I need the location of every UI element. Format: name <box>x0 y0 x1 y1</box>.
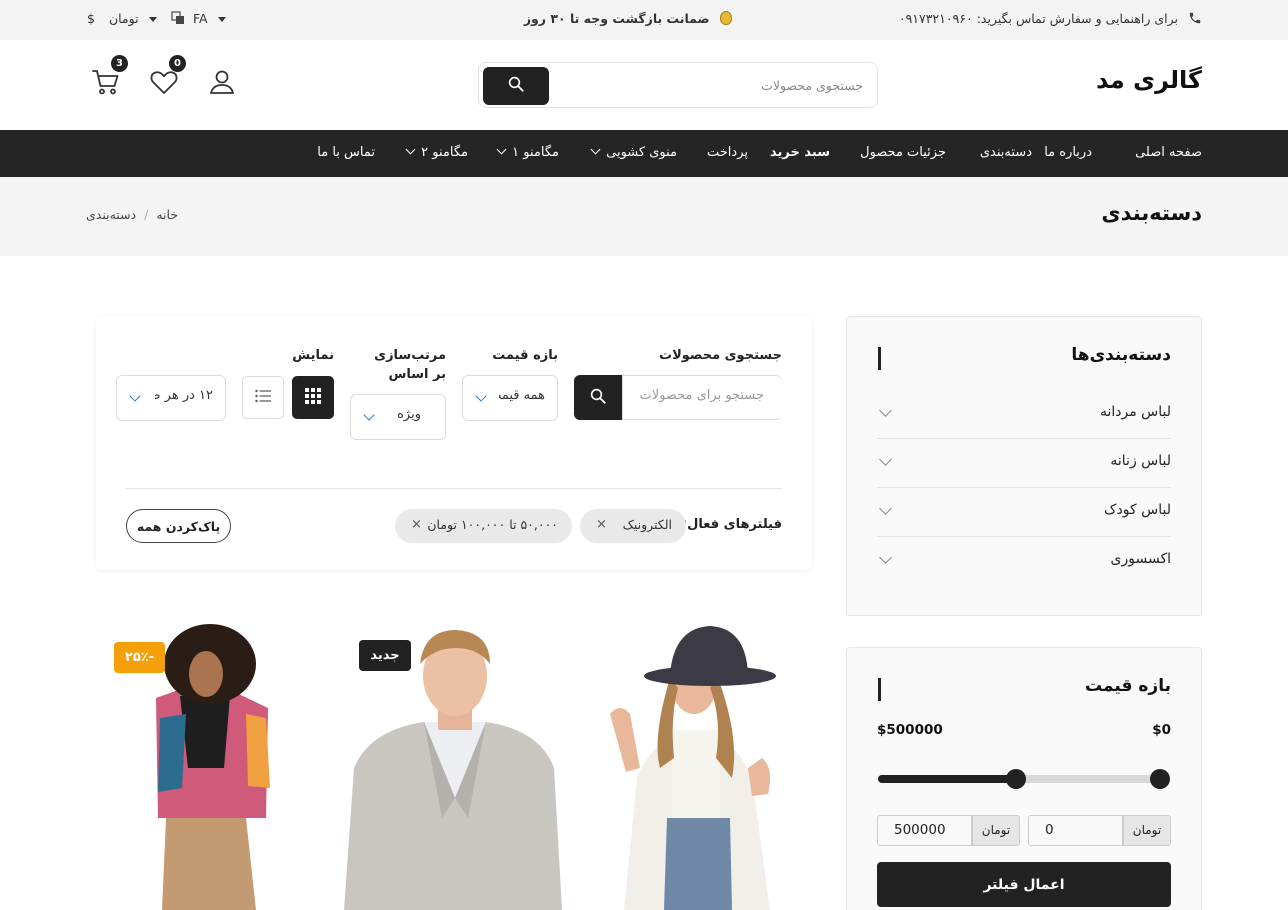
support-phone: برای راهنمایی و سفارش تماس بگیرید: ۰۹۱۷۳… <box>899 11 1202 26</box>
chevron-down-icon <box>590 144 601 155</box>
filter-price-label: بازه قیمت <box>492 348 558 363</box>
active-filters-label: فیلترهای فعال: <box>681 517 782 532</box>
nav-item-megamenu-1[interactable]: مگامنو ۱ <box>496 144 559 160</box>
price-max-label: $500000 <box>877 722 943 738</box>
nav-item-product-details[interactable]: جزئیات محصول <box>860 145 946 160</box>
header-search <box>478 62 878 108</box>
search-icon <box>590 388 606 404</box>
translate-icon <box>171 11 184 24</box>
nav-item-home[interactable]: صفحه اصلی <box>1135 145 1202 160</box>
nav-item-about[interactable]: درباره ما <box>1044 145 1092 160</box>
per-page-select[interactable]: ۱۲ در هر صفحه <box>116 375 226 421</box>
apply-filter-button[interactable]: اعمال فیلتر <box>877 862 1171 907</box>
chevron-down-icon <box>879 502 892 515</box>
page-header-band: دسته‌بندی خانه / دسته‌بندی <box>0 177 1288 256</box>
chevron-down-icon <box>879 404 892 417</box>
category-item[interactable]: لباس مردانه <box>877 390 1171 439</box>
sort-label: مرتب‌سازی بر اساس <box>374 348 446 382</box>
wishlist-button[interactable]: 0 <box>146 55 186 100</box>
chevron-down-icon <box>475 390 487 402</box>
money-bag-icon <box>720 11 732 25</box>
breadcrumb-current: دسته‌بندی <box>86 207 137 222</box>
chevron-down-icon <box>405 144 416 155</box>
account-button[interactable] <box>204 66 238 100</box>
chevron-down-icon <box>363 409 375 421</box>
product-card-image[interactable]: -۲۵٪ <box>96 618 328 910</box>
title-accent-bar <box>878 347 881 370</box>
nav-item-megamenu-2[interactable]: مگامنو ۲ <box>405 144 468 160</box>
guarantee-text: ضمانت بازگشت وجه تا ۳۰ روز <box>524 11 732 26</box>
chevron-down-icon <box>879 551 892 564</box>
filter-divider <box>125 488 782 489</box>
nav-item-category[interactable]: دسته‌بندی <box>980 145 1032 160</box>
price-slider-min-handle[interactable] <box>1150 769 1170 789</box>
header-search-input[interactable] <box>563 71 863 99</box>
top-bar: برای راهنمایی و سفارش تماس بگیرید: ۰۹۱۷۳… <box>0 0 1288 40</box>
product-badge-new: جدید <box>359 640 411 671</box>
list-view-button[interactable] <box>242 376 284 419</box>
grid-icon <box>305 387 321 404</box>
product-photo-woman-hat <box>582 618 812 910</box>
cart-button[interactable]: 3 <box>88 55 128 100</box>
price-range-title: بازه قیمت <box>1085 676 1171 696</box>
price-max-input[interactable]: 500000 <box>877 815 972 846</box>
price-slider-max-handle[interactable] <box>1006 769 1026 789</box>
cart-count-badge: 3 <box>111 55 128 72</box>
product-card-image[interactable] <box>582 618 812 910</box>
filter-search-button[interactable] <box>574 375 622 420</box>
search-icon <box>508 76 524 92</box>
wishlist-count-badge: 0 <box>169 55 186 72</box>
filter-search-input[interactable]: جستجو برای محصولات <box>622 375 782 420</box>
active-filter-chip: الکترونیک × <box>580 509 686 543</box>
breadcrumb: خانه / دسته‌بندی <box>86 207 178 222</box>
nav-item-checkout[interactable]: پرداخت <box>707 145 748 160</box>
breadcrumb-home[interactable]: خانه <box>156 207 178 222</box>
caret-down-icon <box>217 17 226 22</box>
nav-item-cart[interactable]: سبد خرید <box>770 145 830 160</box>
product-card-image[interactable]: جدید <box>340 618 570 910</box>
chevron-down-icon <box>129 390 141 402</box>
list-icon <box>255 389 271 402</box>
price-max-input-group: تومان 500000 <box>877 815 1020 846</box>
page-title: دسته‌بندی <box>1101 201 1202 225</box>
currency-selector[interactable]: تومان $ <box>87 11 157 26</box>
chevron-down-icon <box>496 144 507 155</box>
phone-icon <box>1189 12 1201 24</box>
price-slider-range <box>878 775 1024 783</box>
category-item[interactable]: لباس کودک <box>877 488 1171 537</box>
header-search-button[interactable] <box>483 67 549 105</box>
currency-unit-label: تومان <box>972 815 1020 846</box>
grid-view-button[interactable] <box>292 376 334 419</box>
main-navigation: صفحه اصلی درباره ما دسته‌بندی جزئیات محص… <box>0 130 1288 177</box>
filter-search-label: جستجوی محصولات <box>659 348 782 363</box>
categories-title: دسته‌بندی‌ها <box>1071 345 1171 365</box>
language-selector[interactable]: FA <box>171 11 226 26</box>
view-label: نمایش <box>292 348 334 363</box>
categories-widget: دسته‌بندی‌ها لباس مردانه لباس زنانه لباس… <box>846 316 1202 616</box>
price-min-input[interactable]: 0 <box>1028 815 1123 846</box>
nav-item-dropdown-menu[interactable]: منوی کشویی <box>590 144 677 160</box>
active-filter-chip: ۵۰,۰۰۰ تا ۱۰۰,۰۰۰ تومان × <box>395 509 572 543</box>
breadcrumb-separator: / <box>144 207 149 222</box>
close-icon[interactable]: × <box>596 517 607 532</box>
price-min-input-group: تومان 0 <box>1028 815 1171 846</box>
chevron-down-icon <box>879 453 892 466</box>
currency-unit-label: تومان <box>1123 815 1171 846</box>
user-icon <box>210 70 234 94</box>
sort-select[interactable]: ویژه <box>350 394 446 440</box>
clear-all-filters-button[interactable]: پاک‌کردن همه <box>126 509 231 543</box>
nav-item-contact[interactable]: تماس با ما <box>317 145 375 160</box>
site-logo[interactable]: گالری مد <box>1096 66 1202 94</box>
category-item[interactable]: لباس زنانه <box>877 439 1171 488</box>
price-range-select[interactable]: همه قیمت‌ها <box>462 375 558 421</box>
price-min-label: $0 <box>1152 722 1171 738</box>
category-item[interactable]: اکسسوری <box>877 537 1171 586</box>
caret-down-icon <box>148 17 157 22</box>
title-accent-bar <box>878 678 881 701</box>
close-icon[interactable]: × <box>411 517 422 532</box>
product-badge-discount: -۲۵٪ <box>114 642 165 673</box>
